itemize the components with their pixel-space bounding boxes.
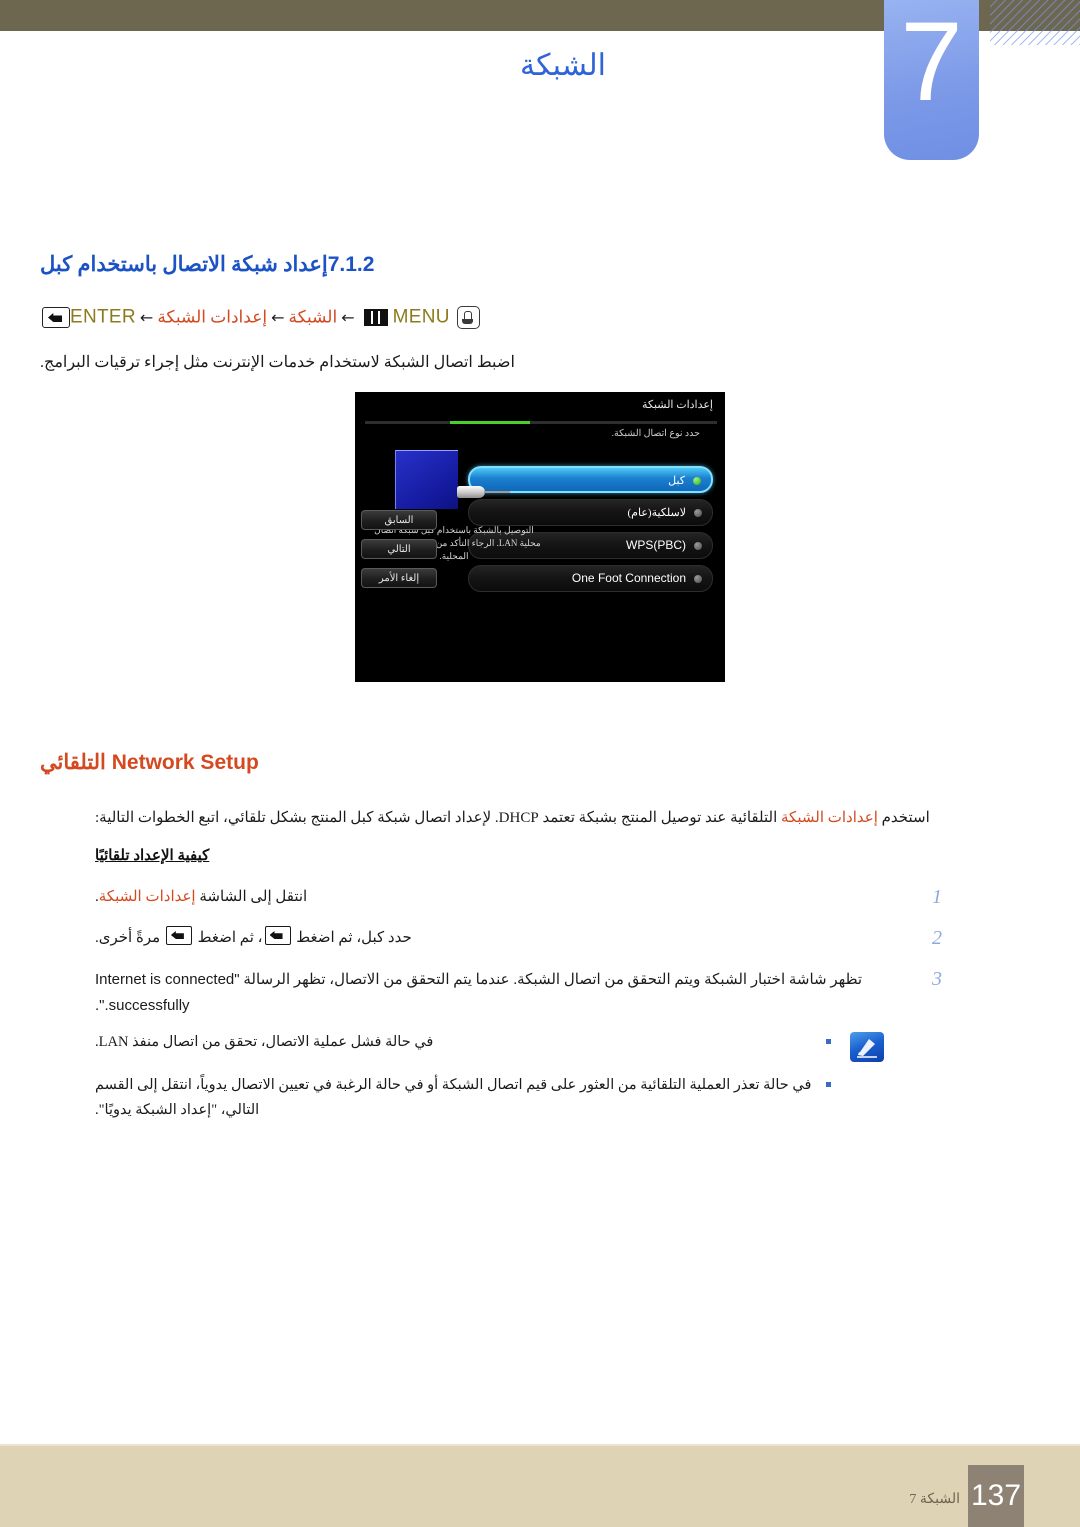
step-text-highlight: إعدادات الشبكة <box>98 889 196 905</box>
how-to-subheading: كيفية الإعداد تلقائيًا <box>95 848 210 864</box>
network-device-icon <box>395 450 458 509</box>
step-text-prefix: انتقل إلى الشاشة <box>195 889 308 905</box>
bullet-icon <box>826 1082 831 1087</box>
bullet-icon <box>826 1039 831 1044</box>
osd-next-button[interactable]: التالي <box>361 539 437 559</box>
path-arrow-1: ← <box>341 308 355 327</box>
enter-key-icon <box>165 926 192 945</box>
osd-option-label: WPS(PBC) <box>626 538 686 552</box>
radio-dot-icon <box>693 477 701 485</box>
header-hatch-pattern <box>990 0 1080 45</box>
radio-dot-icon <box>694 542 702 550</box>
path-arrow-3: ← <box>139 308 154 327</box>
step-text-part-b: ، ثم اضغط <box>193 930 263 946</box>
lan-plug-icon <box>457 486 510 498</box>
path-item-network: الشبكة <box>288 307 338 327</box>
path-item-network-settings: إعدادات الشبكة <box>157 307 268 327</box>
note-item: في حالة تعذر العملية التلقائية من العثور… <box>95 1073 835 1123</box>
note-text: في حالة تعذر العملية التلقائية من العثور… <box>95 1077 812 1118</box>
step-text-part-a: تظهر شاشة اختبار الشبكة ويتم التحقق من ا… <box>239 972 863 988</box>
osd-subtitle: حدد نوع اتصال الشبكة. <box>611 429 700 439</box>
osd-cancel-button[interactable]: إلغاء الأمر <box>361 568 437 588</box>
auto-setup-heading-en: Network Setup <box>111 751 259 774</box>
paragraph-prefix: استخدم <box>877 810 930 826</box>
auto-setup-heading-ar: التلقائي <box>40 750 106 774</box>
section-title: إعداد شبكة الاتصال باستخدام كبل <box>40 252 328 276</box>
section-number: 7.1.2 <box>327 253 375 276</box>
radio-dot-icon <box>694 575 702 583</box>
menu-label: MENU <box>392 306 450 328</box>
intro-paragraph: اضبط اتصال الشبكة لاستخدام خدمات الإنترن… <box>40 354 515 371</box>
notes-list: في حالة فشل عملية الاتصال، تحقق من اتصال… <box>95 1030 835 1141</box>
step-item: 2 حدد كبل، ثم اضغط ، ثم اضغط مرةً أخرى. <box>95 926 950 951</box>
footer-label: الشبكة 7 <box>909 1492 960 1507</box>
hand-press-icon <box>456 306 480 329</box>
enter-key-icon <box>264 926 291 945</box>
step-number: 3 <box>932 968 942 990</box>
note-text: في حالة فشل عملية الاتصال، تحقق من اتصال… <box>95 1034 434 1050</box>
paragraph-highlight: إعدادات الشبكة <box>781 810 878 826</box>
osd-previous-button[interactable]: السابق <box>361 510 437 530</box>
osd-title: إعدادات الشبكة <box>641 399 713 411</box>
steps-list: 1 انتقل إلى الشاشة إعدادات الشبكة. 2 حدد… <box>95 885 950 1035</box>
three-bars-icon <box>363 309 388 326</box>
footer-page-number: 137 <box>968 1465 1024 1527</box>
auto-setup-paragraph: استخدم إعدادات الشبكة التلقائية عند توصي… <box>95 806 950 830</box>
osd-button-group: السابق التالي إلغاء الأمر <box>361 510 437 597</box>
path-arrow-2: ← <box>271 308 285 327</box>
osd-option-label: لاسلكية(عام) <box>627 507 686 519</box>
chapter-number: 7 <box>900 0 963 124</box>
paragraph-rest: التلقائية عند توصيل المنتج بشبكة تعتمد D… <box>95 810 782 826</box>
chapter-tab: 7 <box>884 0 979 160</box>
radio-dot-icon <box>694 509 702 517</box>
step-number: 2 <box>932 927 942 949</box>
step-item: 3 تظهر شاشة اختبار الشبكة ويتم التحقق من… <box>95 967 950 1019</box>
note-item: في حالة فشل عملية الاتصال، تحقق من اتصال… <box>95 1030 835 1055</box>
osd-option-label: كبل <box>668 475 685 487</box>
step-number: 1 <box>932 886 942 908</box>
osd-option-label: One Foot Connection <box>571 571 686 585</box>
enter-label: ENTER <box>70 306 136 328</box>
osd-divider <box>365 421 717 424</box>
auto-setup-heading: Network Setup التلقائي <box>40 750 940 775</box>
section-heading: 7.1.2إعداد شبكة الاتصال باستخدام كبل <box>40 252 940 277</box>
osd-progress-segment <box>450 421 530 424</box>
osd-screenshot: إعدادات الشبكة حدد نوع اتصال الشبكة. كبل… <box>355 392 725 682</box>
step-connected-message: "Internet is connected successfully.". <box>95 971 240 1014</box>
enter-key-icon <box>42 307 70 328</box>
step-text-part-c: مرةً أخرى. <box>95 930 164 946</box>
note-pencil-icon <box>850 1032 884 1062</box>
footer-bar <box>0 1446 1080 1527</box>
menu-path: MENU←الشبكة←إعدادات الشبكة←ENTER <box>40 306 940 329</box>
step-item: 1 انتقل إلى الشاشة إعدادات الشبكة. <box>95 885 950 910</box>
chapter-title: الشبكة <box>520 49 606 82</box>
step-text-part-a: حدد كبل، ثم اضغط <box>292 930 412 946</box>
